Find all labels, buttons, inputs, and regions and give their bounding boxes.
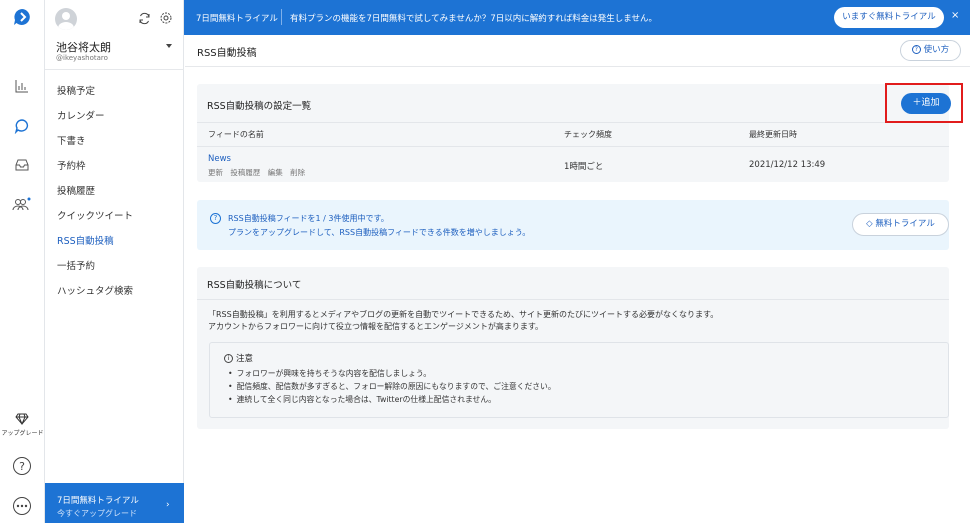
refresh-feed-link[interactable]: 更新 bbox=[208, 168, 223, 177]
sidebar-item-history[interactable]: 投稿履歴 bbox=[57, 183, 95, 197]
banner-divider bbox=[281, 9, 282, 25]
divider bbox=[197, 299, 949, 300]
divider bbox=[197, 122, 949, 123]
caution-list: フォロワーが興味を持ちそうな内容を配信しましょう。 配信頻度、配信数が多すぎると… bbox=[228, 368, 556, 407]
chat-icon[interactable] bbox=[11, 115, 33, 137]
sidebar-item-drafts[interactable]: 下書き bbox=[57, 133, 86, 147]
divider bbox=[45, 69, 184, 70]
upgrade-hint: プランをアップグレードして、RSS自動投稿フィードできる件数を増やしましょう。 bbox=[228, 228, 531, 237]
start-trial-button[interactable]: いますぐ無料トライアル bbox=[834, 7, 944, 28]
team-icon[interactable] bbox=[11, 193, 33, 215]
banner-text: 有料プランの機能を7日間無料で試してみませんか？7日以内に解約すれば料金は発生し… bbox=[290, 14, 658, 24]
diamond-icon[interactable] bbox=[11, 408, 33, 430]
trial-upgrade-box[interactable]: 7日間無料トライアル 今すぐアップグレード › bbox=[45, 483, 184, 523]
description-line: 「RSS自動投稿」を利用するとメディアやブログの更新を自動でツイートできるため、… bbox=[208, 310, 719, 319]
more-icon[interactable] bbox=[11, 495, 33, 517]
gear-icon[interactable] bbox=[159, 11, 173, 28]
list-item: 配信頻度、配信数が多すぎると、フォロー解除の原因にもなりますので、ご注意ください… bbox=[228, 381, 556, 394]
card-title: RSS自動投稿について bbox=[207, 280, 302, 291]
column-header-feed-name: フィードの名前 bbox=[208, 130, 264, 139]
feed-updated: 2021/12/12 13:49 bbox=[749, 160, 826, 170]
close-icon[interactable]: × bbox=[951, 10, 959, 21]
sidebar-item-hashtag[interactable]: ハッシュタグ検索 bbox=[57, 283, 133, 297]
card-title: RSS自動投稿の設定一覧 bbox=[207, 101, 312, 112]
sidebar-item-bulk[interactable]: 一括予約 bbox=[57, 258, 95, 272]
main-content: RSS自動投稿 ? 使い方 RSS自動投稿の設定一覧 フィードの名前 チェック頻… bbox=[185, 35, 970, 523]
rss-settings-card: RSS自動投稿の設定一覧 フィードの名前 チェック頻度 最終更新日時 News … bbox=[197, 84, 949, 182]
icon-rail: アップグレード ? bbox=[0, 0, 45, 523]
edit-link[interactable]: 編集 bbox=[268, 168, 283, 177]
logo-icon[interactable] bbox=[11, 6, 33, 28]
usage-line: RSS自動投稿フィードを1 / 3件使用中です。 bbox=[228, 214, 389, 223]
svg-text:?: ? bbox=[19, 460, 25, 473]
help-button[interactable]: ? 使い方 bbox=[900, 40, 961, 61]
highlight-box bbox=[885, 83, 963, 123]
upgrade-label[interactable]: アップグレード bbox=[0, 428, 45, 437]
column-header-frequency: チェック頻度 bbox=[564, 130, 612, 139]
sidebar-item-scheduled[interactable]: 投稿予定 bbox=[57, 83, 95, 97]
feed-actions: 更新 投稿履歴 編集 削除 bbox=[208, 167, 310, 178]
page-title: RSS自動投稿 bbox=[197, 48, 257, 59]
question-icon: ? bbox=[210, 213, 221, 224]
sidebar-item-rss[interactable]: RSS自動投稿 bbox=[57, 233, 114, 247]
usage-info-card: ? RSS自動投稿フィードを1 / 3件使用中です。 プランをアップグレードして… bbox=[197, 200, 949, 250]
trial-title: 7日間無料トライアル bbox=[57, 496, 139, 506]
feed-name-link[interactable]: News bbox=[208, 154, 231, 164]
trial-subtitle: 今すぐアップグレード bbox=[57, 509, 137, 518]
info-icon: i bbox=[224, 354, 233, 363]
analytics-icon[interactable] bbox=[11, 75, 33, 97]
caution-box: i注意 フォロワーが興味を持ちそうな内容を配信しましょう。 配信頻度、配信数が多… bbox=[209, 342, 949, 418]
user-name[interactable]: 池谷将太朗 bbox=[56, 39, 111, 55]
free-trial-label: 無料トライアル bbox=[875, 219, 935, 229]
list-item: 連続して全く同じ内容となった場合は、Twitterの仕様上配信されません。 bbox=[228, 394, 556, 407]
post-history-link[interactable]: 投稿履歴 bbox=[230, 168, 260, 177]
chevron-down-icon[interactable] bbox=[166, 44, 172, 48]
description-line: アカウントからフォロワーに向けて役立つ情報を配信するとエンゲージメントが高まりま… bbox=[208, 322, 544, 331]
divider bbox=[185, 66, 970, 67]
caution-title: i 注意 bbox=[224, 352, 253, 364]
refresh-icon[interactable] bbox=[138, 12, 151, 28]
inbox-icon[interactable] bbox=[11, 154, 33, 176]
chevron-right-icon: › bbox=[166, 500, 170, 510]
trial-banner: 7日間無料トライアル 有料プランの機能を7日間無料で試してみませんか？7日以内に… bbox=[184, 0, 970, 35]
sidebar-item-calendar[interactable]: カレンダー bbox=[57, 108, 105, 122]
user-handle: @ikeyashotaro bbox=[56, 54, 108, 62]
feed-frequency: 1時間ごと bbox=[564, 162, 604, 172]
help-label: 使い方 bbox=[923, 45, 950, 55]
caution-title-text: 注意 bbox=[236, 354, 254, 364]
list-item: フォロワーが興味を持ちそうな内容を配信しましょう。 bbox=[228, 368, 556, 381]
about-rss-card: RSS自動投稿について 「RSS自動投稿」を利用するとメディアやブログの更新を自… bbox=[197, 267, 949, 429]
sidebar-item-quick-tweet[interactable]: クイックツイート bbox=[57, 208, 133, 222]
divider bbox=[197, 146, 949, 147]
column-header-updated: 最終更新日時 bbox=[749, 130, 797, 139]
question-icon: ? bbox=[911, 45, 921, 54]
help-icon[interactable]: ? bbox=[11, 455, 33, 477]
sidebar-item-slots[interactable]: 予約枠 bbox=[57, 158, 86, 172]
free-trial-button[interactable]: ◇ 無料トライアル bbox=[852, 213, 949, 236]
banner-title: 7日間無料トライアル bbox=[196, 14, 278, 24]
delete-link[interactable]: 削除 bbox=[290, 168, 305, 177]
sidebar: 池谷将太朗 @ikeyashotaro 投稿予定 カレンダー 下書き 予約枠 投… bbox=[45, 0, 184, 523]
diamond-icon: ◇ bbox=[866, 219, 873, 229]
avatar[interactable] bbox=[55, 8, 77, 30]
